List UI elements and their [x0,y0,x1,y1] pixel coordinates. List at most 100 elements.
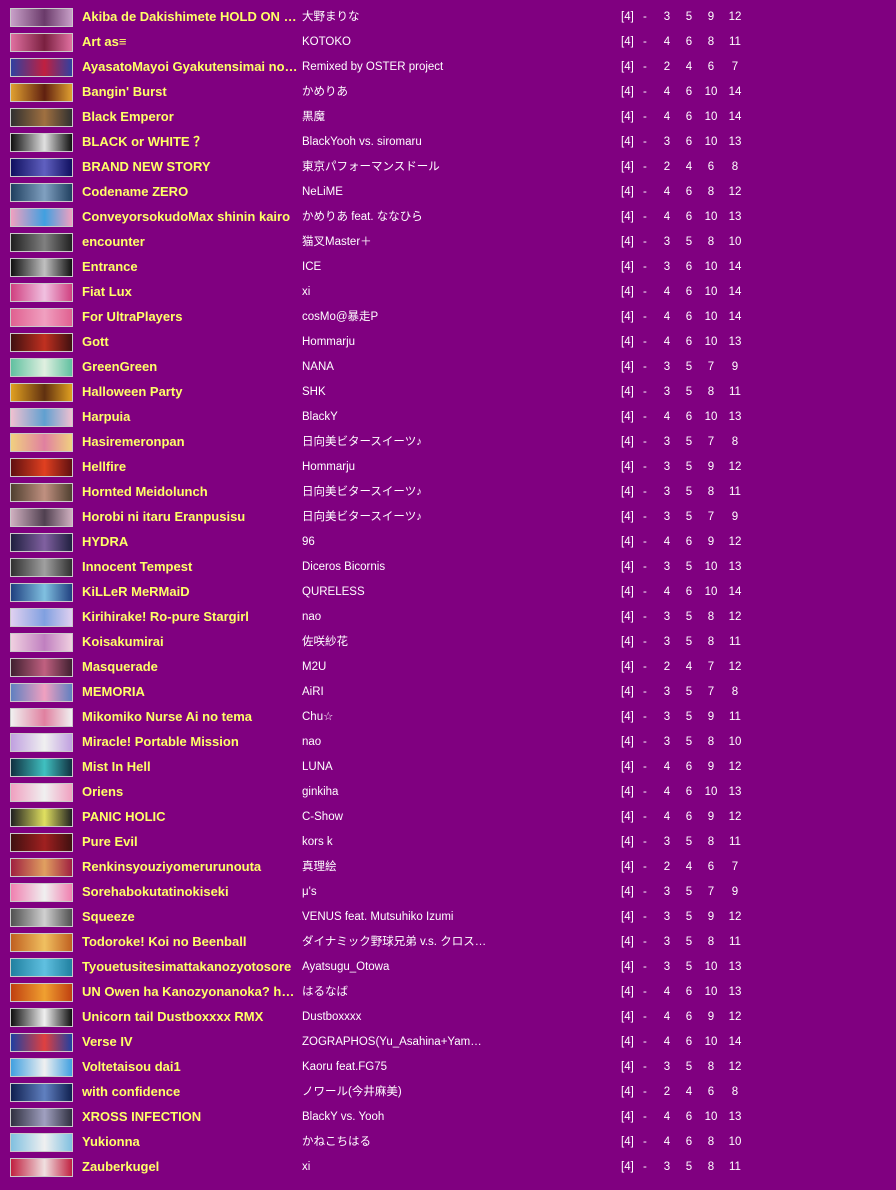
song-row[interactable]: encounter 猫叉Master＋ [4] - 3 5 8 10 [0,231,896,256]
song-banner-image[interactable] [10,508,73,527]
song-row[interactable]: GreenGreen NANA [4] - 3 5 7 9 [0,356,896,381]
song-title[interactable]: Mist In Hell [82,759,300,775]
song-banner-image[interactable] [10,1083,73,1102]
song-title[interactable]: Hellfire [82,459,300,475]
song-row[interactable]: BRAND NEW STORY 東京パフォーマンスドール [4] - 2 4 6… [0,156,896,181]
song-banner-image[interactable] [10,1108,73,1127]
song-row[interactable]: Verse IV ZOGRAPHOS(Yu_Asahina+Yamajet) [… [0,1031,896,1056]
song-row[interactable]: Hornted Meidolunch 日向美ビタースイーツ♪ [4] - 3 5… [0,481,896,506]
song-title[interactable]: Squeeze [82,909,300,925]
song-title[interactable]: BLACK or WHITE ？ [82,134,300,150]
song-title[interactable]: Todoroke! Koi no Beenball [82,934,300,950]
song-title[interactable]: Akiba de Dakishimete HOLD ON ME! [82,9,300,25]
song-row[interactable]: Kirihirake! Ro-pure Stargirl nao [4] - 3… [0,606,896,631]
song-row[interactable]: AyasatoMayoi Gyakutensimai no Gyakuten R… [0,56,896,81]
song-banner-image[interactable] [10,133,73,152]
song-banner-image[interactable] [10,808,73,827]
song-title[interactable]: Kirihirake! Ro-pure Stargirl [82,609,300,625]
song-banner-image[interactable] [10,108,73,127]
song-title[interactable]: Innocent Tempest [82,559,300,575]
song-title[interactable]: Masquerade [82,659,300,675]
song-banner-image[interactable] [10,383,73,402]
song-title[interactable]: Zauberkugel [82,1159,300,1175]
song-row[interactable]: BLACK or WHITE ？ BlackYooh vs. siromaru … [0,131,896,156]
song-title[interactable]: Voltetaisou dai1 [82,1059,300,1075]
song-title[interactable]: Horobi ni itaru Eranpusisu [82,509,300,525]
song-row[interactable]: Mist In Hell LUNA [4] - 4 6 9 12 [0,756,896,781]
song-row[interactable]: XROSS INFECTION BlackY vs. Yooh [4] - 4 … [0,1106,896,1131]
song-title[interactable]: Verse IV [82,1034,300,1050]
song-banner-image[interactable] [10,58,73,77]
song-row[interactable]: Horobi ni itaru Eranpusisu 日向美ビタースイーツ♪ [… [0,506,896,531]
song-title[interactable]: Bangin' Burst [82,84,300,100]
song-title[interactable]: For UltraPlayers [82,309,300,325]
song-title[interactable]: Hasiremeronpan [82,434,300,450]
song-title[interactable]: Pure Evil [82,834,300,850]
song-banner-image[interactable] [10,283,73,302]
song-title[interactable]: encounter [82,234,300,250]
song-title[interactable]: Sorehabokutatinokiseki [82,884,300,900]
song-banner-image[interactable] [10,33,73,52]
song-banner-image[interactable] [10,958,73,977]
song-banner-image[interactable] [10,158,73,177]
song-row[interactable]: MEMORIA AiRI [4] - 3 5 7 8 [0,681,896,706]
song-row[interactable]: Harpuia BlackY [4] - 4 6 10 13 [0,406,896,431]
song-banner-image[interactable] [10,708,73,727]
song-banner-image[interactable] [10,758,73,777]
song-row[interactable]: Koisakumirai 佐咲紗花 [4] - 3 5 8 11 [0,631,896,656]
song-banner-image[interactable] [10,733,73,752]
song-title[interactable]: Koisakumirai [82,634,300,650]
song-row[interactable]: ConveyorsokudoMax shinin kairo かめりあ feat… [0,206,896,231]
song-title[interactable]: Gott [82,334,300,350]
song-row[interactable]: with confidence ノワール(今井麻美) [4] - 2 4 6 8 [0,1081,896,1106]
song-banner-image[interactable] [10,258,73,277]
song-banner-image[interactable] [10,983,73,1002]
song-banner-image[interactable] [10,858,73,877]
song-row[interactable]: Unicorn tail Dustboxxxx RMX Dustboxxxx [… [0,1006,896,1031]
song-banner-image[interactable] [10,208,73,227]
song-row[interactable]: Oriens ginkiha [4] - 4 6 10 13 [0,781,896,806]
song-row[interactable]: Pure Evil kors k [4] - 3 5 8 11 [0,831,896,856]
song-banner-image[interactable] [10,458,73,477]
song-banner-image[interactable] [10,308,73,327]
song-title[interactable]: Tyouetusitesimattakanozyotosore [82,959,300,975]
song-banner-image[interactable] [10,683,73,702]
song-banner-image[interactable] [10,608,73,627]
song-banner-image[interactable] [10,83,73,102]
song-banner-image[interactable] [10,1133,73,1152]
song-row[interactable]: Art as≡ KOTOKO [4] - 4 6 8 11 [0,31,896,56]
song-title[interactable]: Hornted Meidolunch [82,484,300,500]
song-banner-image[interactable] [10,533,73,552]
song-banner-image[interactable] [10,183,73,202]
song-title[interactable]: Miracle! Portable Mission [82,734,300,750]
song-row[interactable]: Innocent Tempest Diceros Bicornis [4] - … [0,556,896,581]
song-banner-image[interactable] [10,1008,73,1027]
song-row[interactable]: For UltraPlayers cosMo@暴走P [4] - 4 6 10 … [0,306,896,331]
song-title[interactable]: Black Emperor [82,109,300,125]
song-banner-image[interactable] [10,358,73,377]
song-row[interactable]: Halloween Party SHK [4] - 3 5 8 11 [0,381,896,406]
song-banner-image[interactable] [10,633,73,652]
song-banner-image[interactable] [10,1058,73,1077]
song-title[interactable]: XROSS INFECTION [82,1109,300,1125]
song-title[interactable]: Art as≡ [82,34,300,50]
song-title[interactable]: KiLLeR MeRMaiD [82,584,300,600]
song-row[interactable]: Sorehabokutatinokiseki μ's [4] - 3 5 7 9 [0,881,896,906]
song-row[interactable]: Squeeze VENUS feat. Mutsuhiko Izumi [4] … [0,906,896,931]
song-row[interactable]: Black Emperor 黒魔 [4] - 4 6 10 14 [0,106,896,131]
song-row[interactable]: KiLLeR MeRMaiD QURELESS [4] - 4 6 10 14 [0,581,896,606]
song-row[interactable]: Fiat Lux xi [4] - 4 6 10 14 [0,281,896,306]
song-title[interactable]: Halloween Party [82,384,300,400]
song-title[interactable]: GreenGreen [82,359,300,375]
song-row[interactable]: Masquerade M2U [4] - 2 4 7 12 [0,656,896,681]
song-row[interactable]: Codename ZERO NeLiME [4] - 4 6 8 12 [0,181,896,206]
song-banner-image[interactable] [10,233,73,252]
song-banner-image[interactable] [10,658,73,677]
song-title[interactable]: Mikomiko Nurse Ai no tema [82,709,300,725]
song-title[interactable]: PANIC HOLIC [82,809,300,825]
song-title[interactable]: Harpuia [82,409,300,425]
song-title[interactable]: Renkinsyouziyomerurunouta [82,859,300,875]
song-title[interactable]: ConveyorsokudoMax shinin kairo [82,209,300,225]
song-row[interactable]: Todoroke! Koi no Beenball ダイナミック野球兄弟 v.s… [0,931,896,956]
song-row[interactable]: Miracle! Portable Mission nao [4] - 3 5 … [0,731,896,756]
